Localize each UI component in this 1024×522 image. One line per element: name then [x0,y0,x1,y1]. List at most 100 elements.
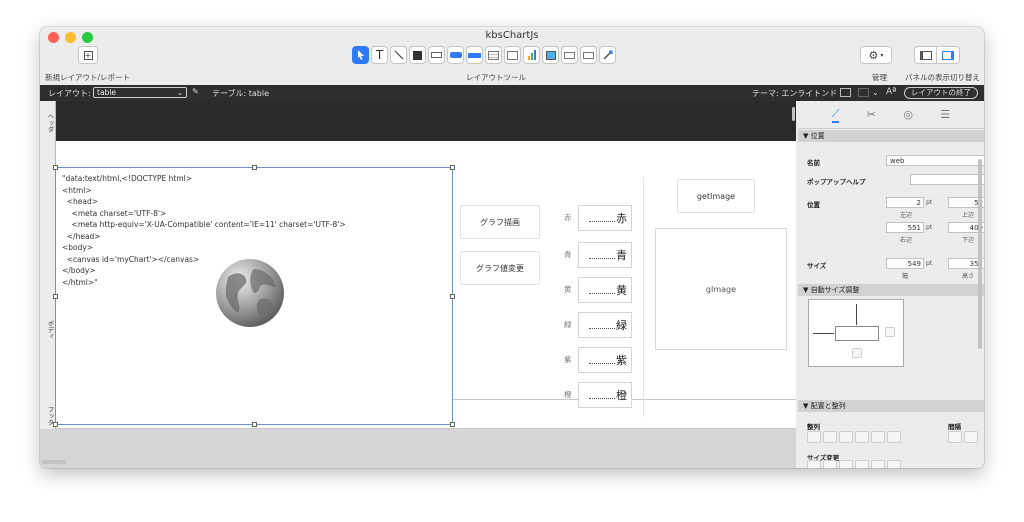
line-tool-icon [394,50,403,60]
bottom-caption: 下辺 [962,237,975,244]
resize-handle[interactable] [53,165,58,170]
width-field[interactable]: 549 [886,258,924,269]
inspector-scrollbar[interactable] [978,159,982,349]
edit-layout-icon[interactable]: ✎ [192,87,199,96]
position-tab-icon[interactable]: ⟋ [831,107,840,123]
chevron-down-icon: ⌄ [872,88,879,97]
web-viewer-tool-button[interactable] [542,46,559,64]
align-right-icon[interactable] [839,431,853,443]
resize-largest-height-icon[interactable] [855,460,869,468]
resize-smallest-width-icon[interactable] [807,460,821,468]
manage-button[interactable]: ⚙ ▾ [860,46,892,64]
right-panel-toggle[interactable] [937,47,959,63]
resize-fit-icon[interactable] [887,460,901,468]
autosize-diagram[interactable] [808,299,904,367]
resize-handle[interactable] [450,165,455,170]
align-label: 整列 [807,423,820,431]
horizontal-scrollbar[interactable] [42,460,66,464]
canvas-vertical-scrollbar[interactable] [792,107,795,121]
distribute-horizontal-icon[interactable] [948,431,962,443]
portal-tool-button[interactable] [485,46,502,64]
new-layout-caption: 新規レイアウト/レポート [45,73,131,82]
gimage-label: gImage [705,284,737,294]
size-label: サイズ [807,262,827,270]
left-position-field[interactable]: 2 [886,197,924,208]
appearance-tab-icon[interactable]: ◎ [903,108,913,121]
style-tab-icon[interactable]: ✂ [867,108,876,121]
right-unit: pt [926,224,933,231]
align-top-icon[interactable] [855,431,869,443]
field-picker-icon[interactable] [840,88,851,97]
right-anchor-button[interactable] [885,327,895,337]
top-anchor-icon[interactable] [856,304,857,325]
popup-help-label: ポップアップヘルプ [807,178,866,186]
pointer-icon [357,50,364,60]
resize-handle[interactable] [53,422,58,427]
color-field-blue[interactable]: 青 [578,242,632,268]
exit-layout-button[interactable]: レイアウトの終了 [904,87,978,99]
text-tool-button[interactable]: T [371,46,388,64]
align-left-icon[interactable] [807,431,821,443]
draw-chart-button[interactable]: グラフ描画 [460,205,540,239]
resize-both-icon[interactable] [871,460,885,468]
arrange-section-header[interactable]: ▼ 配置と整列 [798,400,984,412]
text-tool-icon: T [375,48,384,62]
align-center-icon[interactable] [823,431,837,443]
resize-handle[interactable] [53,294,58,299]
header-part-label[interactable]: ヘッダ [40,101,56,141]
left-panel-toggle[interactable] [915,47,938,63]
format-painter-button[interactable] [599,46,616,64]
right-position-field[interactable]: 551 [886,222,924,233]
tab-tool-button[interactable] [504,46,521,64]
slide-control-tool-button[interactable] [580,46,597,64]
layout-label: レイアウト: [48,89,91,98]
align-middle-icon[interactable] [871,431,885,443]
resize-largest-width-icon[interactable] [839,460,853,468]
color-label-green: 緑 [564,320,572,329]
anchor-box [835,326,879,341]
resize-handle[interactable] [252,422,257,427]
resize-handle[interactable] [252,165,257,170]
button-tool-button[interactable] [447,46,464,64]
align-bottom-icon[interactable] [887,431,901,443]
chevron-down-icon: ▾ [880,51,884,59]
data-tab-icon[interactable]: ☰ [940,108,950,121]
popup-help-field[interactable] [910,174,984,185]
new-layout-icon: + [83,50,93,60]
panel-toggle-group [914,46,960,64]
color-field-green[interactable]: 緑 [578,312,632,338]
color-field-red[interactable]: 赤 [578,205,632,231]
web-viewer[interactable]: "data:text/html,<!DOCTYPE html> <html> <… [53,165,455,427]
get-image-button[interactable]: getImage [677,179,755,213]
change-chart-values-button[interactable]: グラフ値変更 [460,251,540,285]
button-bar-icon [468,52,481,58]
resize-handle[interactable] [450,422,455,427]
field-tool-button[interactable] [428,46,445,64]
color-label-blue: 青 [564,250,572,259]
layout-grid-icon[interactable] [858,88,869,97]
left-anchor-icon[interactable] [813,333,834,334]
new-layout-button[interactable]: + [78,46,98,64]
body-part-label[interactable]: ボディ [40,141,56,399]
layout-canvas[interactable]: ヘッダ ボディ フッタ "data:text/html,<!DOCTYPE ht… [40,101,796,468]
color-field-purple[interactable]: 紫 [578,347,632,373]
line-tool-button[interactable] [390,46,407,64]
distribute-vertical-icon[interactable] [964,431,978,443]
resize-handle[interactable] [450,294,455,299]
color-field-orange[interactable]: 橙 [578,382,632,408]
inspector-panel: ⟋ ✂ ◎ ☰ ▼ 位置 名前 web ポップアップヘルプ ✎ 位置 2 pt … [798,101,984,468]
autosize-section-header[interactable]: ▼ 自動サイズ調整 [798,284,984,296]
rect-tool-button[interactable] [409,46,426,64]
pointer-tool-button[interactable] [352,46,369,64]
chart-tool-button[interactable] [523,46,540,64]
popover-tool-button[interactable] [561,46,578,64]
layout-select[interactable]: table ⌄ [93,87,187,98]
font-size-icon[interactable]: Aª [886,87,896,97]
resize-smallest-height-icon[interactable] [823,460,837,468]
bottom-anchor-button[interactable] [852,348,862,358]
name-field[interactable]: web [886,155,984,166]
button-bar-tool-button[interactable] [466,46,483,64]
color-field-yellow[interactable]: 黄 [578,277,632,303]
gimage-container[interactable]: gImage [655,228,787,350]
position-section-header[interactable]: ▼ 位置 [798,130,984,142]
